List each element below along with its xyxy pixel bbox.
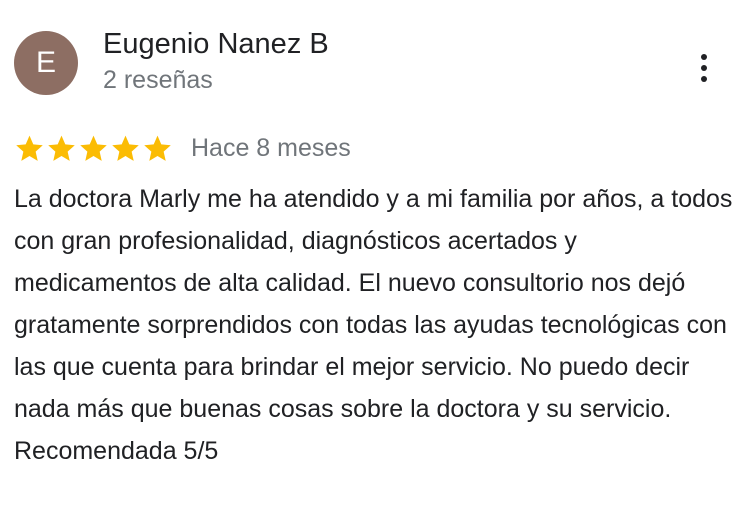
star-rating	[14, 133, 173, 164]
avatar[interactable]: E	[14, 31, 78, 95]
author-name[interactable]: Eugenio Nanez B	[103, 28, 329, 61]
more-options-button[interactable]	[688, 48, 720, 88]
star-icon	[112, 135, 139, 161]
star-icon	[48, 135, 75, 161]
star-icon	[80, 135, 107, 161]
star-icon	[16, 135, 43, 161]
more-vert-icon	[701, 54, 707, 60]
star-icon	[144, 135, 171, 161]
rating-row: Hace 8 meses	[14, 131, 351, 165]
more-vert-icon-dot	[701, 65, 707, 71]
author-reviews-count[interactable]: 2 reseñas	[103, 66, 213, 95]
more-vert-icon-dot	[701, 76, 707, 82]
review-text: La doctora Marly me ha atendido y a mi f…	[14, 185, 733, 465]
avatar-initial: E	[35, 46, 56, 79]
review-card: E Eugenio Nanez B 2 reseñas Hace 8 meses…	[0, 0, 750, 516]
review-date: Hace 8 meses	[191, 133, 351, 162]
